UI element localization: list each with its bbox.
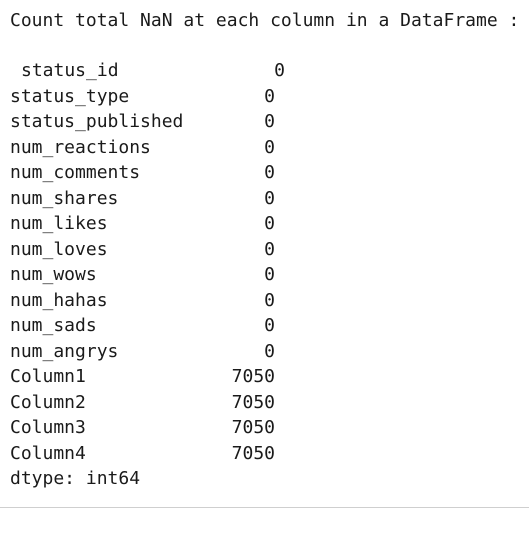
nan-count: 0 [264, 162, 275, 183]
series-row: num_sads 0 [10, 313, 525, 339]
column-name: Column4 [10, 442, 86, 464]
nan-count: 0 [264, 136, 275, 158]
series-row: status_type 0 [10, 84, 525, 110]
series-row: num_loves 0 [10, 237, 525, 263]
series-row: num_reactions 0 [10, 135, 525, 161]
nan-count: 0 [274, 60, 285, 81]
console-output: Count total NaN at each column in a Data… [10, 8, 525, 492]
nan-count: 0 [264, 289, 275, 311]
series-row: status_published 0 [10, 109, 525, 135]
column-name: num_wows [10, 264, 97, 285]
nan-count: 0 [264, 340, 275, 362]
column-name: num_comments [10, 162, 141, 183]
series-row: Column2 7050 [10, 390, 525, 416]
series-row: num_comments 0 [10, 160, 525, 186]
nan-count: 7050 [231, 442, 275, 464]
column-name: num_angrys [10, 340, 119, 362]
series-row: num_angrys 0 [10, 339, 525, 365]
column-name: num_hahas [10, 289, 108, 311]
series-row: num_hahas 0 [10, 288, 525, 314]
nan-count: 0 [264, 187, 275, 209]
column-name: num_shares [10, 187, 119, 209]
column-name: Column1 [10, 366, 86, 387]
nan-count: 7050 [231, 391, 275, 413]
series-row: Column1 7050 [10, 364, 525, 390]
series-row: num_shares 0 [10, 186, 525, 212]
column-name: num_sads [10, 315, 97, 336]
nan-count: 0 [264, 213, 275, 234]
series-row: num_likes 0 [10, 211, 525, 237]
nan-count: 0 [264, 111, 275, 132]
nan-count: 0 [264, 85, 275, 107]
column-name: num_loves [10, 238, 108, 260]
series-row: status_id 0 [10, 58, 525, 84]
dtype-line: dtype: int64 [10, 468, 141, 489]
nan-count: 0 [264, 264, 275, 285]
column-name: num_reactions [10, 136, 151, 158]
column-name: Column3 [10, 417, 86, 438]
nan-count: 7050 [231, 417, 275, 438]
column-name: num_likes [10, 213, 108, 234]
series-row: num_wows 0 [10, 262, 525, 288]
column-name: status_id [21, 60, 119, 81]
column-name: status_type [10, 85, 130, 107]
column-name: Column2 [10, 391, 86, 413]
nan-count: 0 [264, 238, 275, 260]
output-heading: Count total NaN at each column in a Data… [10, 10, 520, 31]
nan-count: 7050 [231, 366, 275, 387]
series-row: Column3 7050 [10, 415, 525, 441]
column-name: status_published [10, 111, 184, 132]
series-row: Column4 7050 [10, 441, 525, 467]
nan-count: 0 [264, 315, 275, 336]
